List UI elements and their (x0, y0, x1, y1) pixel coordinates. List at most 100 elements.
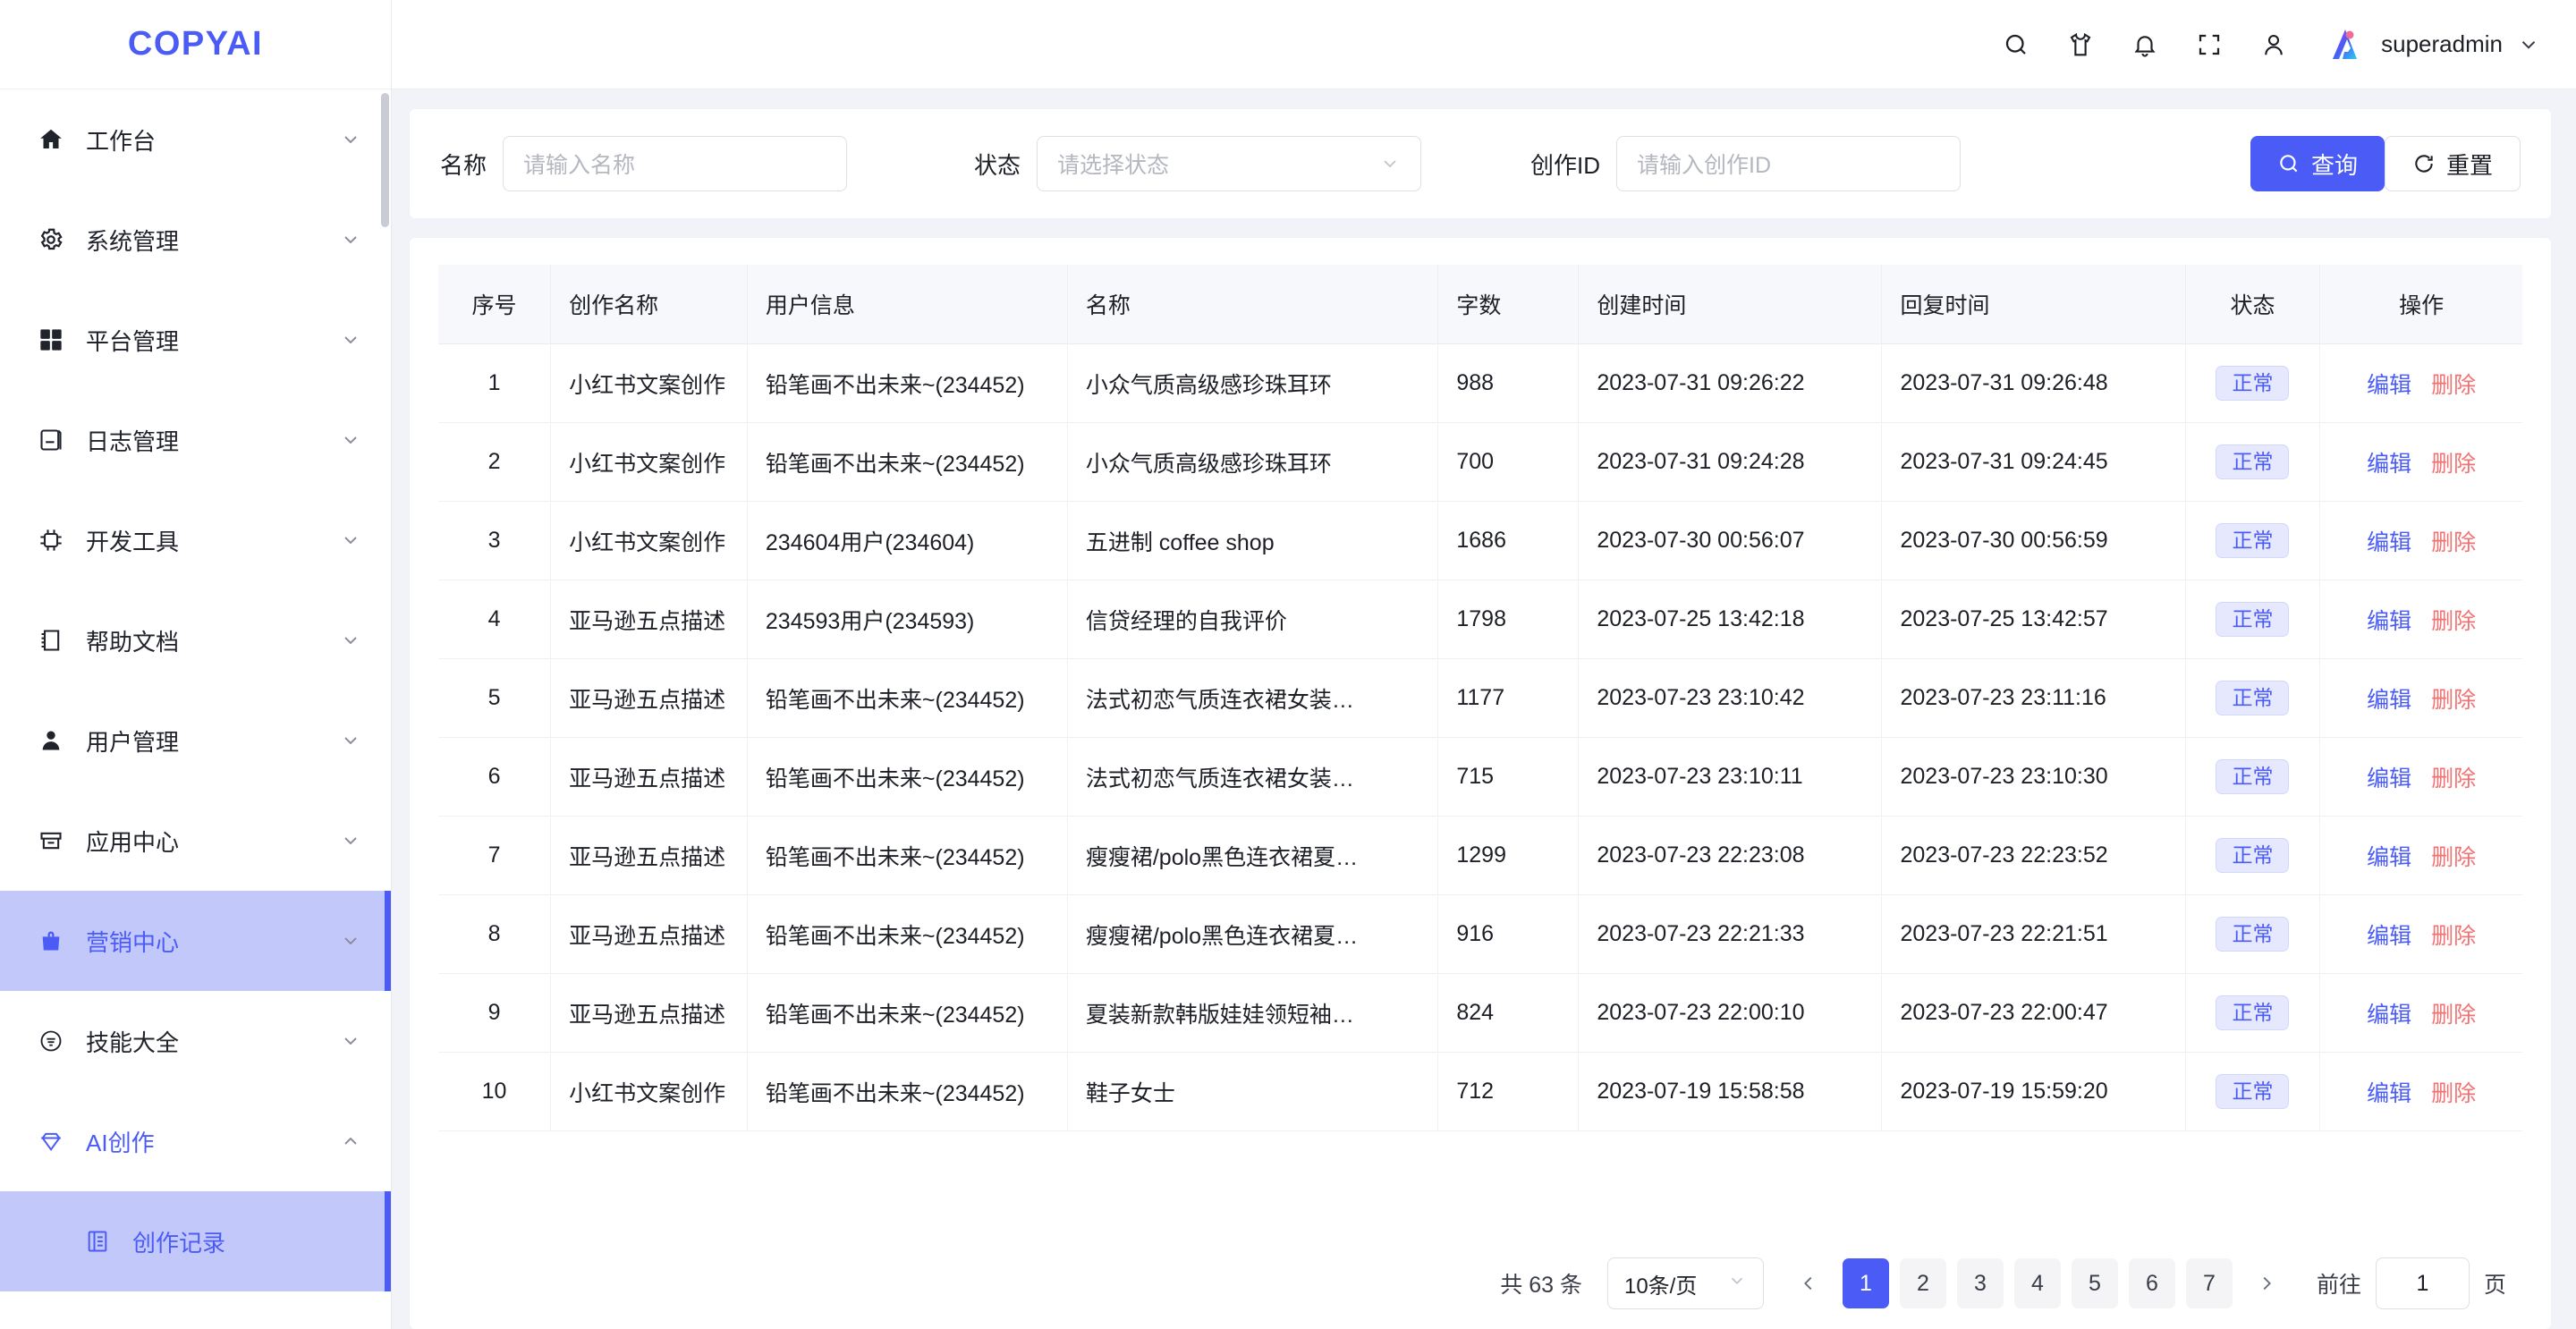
cell-status: 正常 (2185, 894, 2321, 974)
cell-creation-name: 亚马逊五点描述 (550, 894, 748, 974)
page-number-list: 1234567 (1842, 1258, 2243, 1308)
delete-link[interactable]: 删除 (2431, 1003, 2476, 1028)
page-button-4[interactable]: 4 (2013, 1258, 2061, 1308)
table-row[interactable]: 4 亚马逊五点描述 234593用户(234593) 信贷经理的自我评价 1798 202… (438, 580, 2522, 659)
search-icon (2277, 152, 2301, 175)
status-select[interactable]: 请选择状态 (1037, 136, 1422, 191)
page-button-1[interactable]: 1 (1842, 1258, 1889, 1308)
sidebar-item-creation-records[interactable]: 创作记录 (0, 1191, 391, 1291)
column-header-creation-name: 创作名称 (550, 265, 748, 344)
sidebar-scrollbar[interactable] (381, 93, 389, 227)
table-row[interactable]: 8 亚马逊五点描述 铅笔画不出未来~(234452) 瘦瘦裙/polo黑色连衣裙夏… 9… (438, 894, 2522, 974)
records-table: 序号 创作名称 用户信息 名称 字数 创建时间 回复时间 状态 操作 1 小红书… (438, 265, 2522, 1131)
theme-shirt-icon[interactable] (2061, 25, 2100, 64)
filter-actions: 查询 重置 (2250, 136, 2521, 191)
edit-link[interactable]: 编辑 (2367, 845, 2411, 870)
creation-id-input[interactable]: 请输入创作ID (1616, 136, 1962, 191)
logo-area[interactable]: COPYAI (0, 0, 391, 89)
table-row[interactable]: 7 亚马逊五点描述 铅笔画不出未来~(234452) 瘦瘦裙/polo黑色连衣裙夏… 1… (438, 816, 2522, 895)
next-page-button[interactable] (2243, 1258, 2290, 1308)
delete-link[interactable]: 删除 (2431, 1081, 2476, 1106)
sidebar-item-ai-creation[interactable]: AI创作 (0, 1091, 391, 1191)
status-badge: 正常 (2216, 602, 2290, 637)
edit-link[interactable]: 编辑 (2367, 688, 2411, 713)
filter-status-label: 状态 (974, 151, 1021, 179)
cell-word-count: 1177 (1437, 658, 1580, 738)
sidebar-item-system-management[interactable]: 系统管理 (0, 190, 391, 290)
reset-button[interactable]: 重置 (2384, 136, 2521, 191)
bell-icon[interactable] (2125, 25, 2165, 64)
page-button-7[interactable]: 7 (2185, 1258, 2233, 1308)
chip-icon (36, 525, 66, 555)
cell-reply-time: 2023-07-23 22:21:51 (1881, 894, 2186, 974)
sidebar-item-label: 平台管理 (86, 327, 180, 355)
edit-link[interactable]: 编辑 (2367, 609, 2411, 634)
status-badge: 正常 (2216, 681, 2290, 715)
page-size-select[interactable]: 10条/页 (1606, 1257, 1764, 1309)
search-icon[interactable] (1996, 25, 2036, 64)
delete-link[interactable]: 删除 (2431, 688, 2476, 713)
cell-operations: 编辑 删除 (2319, 422, 2522, 502)
sidebar-item-dev-tools[interactable]: 开发工具 (0, 490, 391, 590)
cell-created-time: 2023-07-23 22:21:33 (1578, 894, 1883, 974)
sidebar-item-log-management[interactable]: 日志管理 (0, 390, 391, 490)
search-name-input[interactable]: 请输入名称 (503, 136, 848, 191)
cell-creation-name: 小红书文案创作 (550, 501, 748, 580)
column-header-user-info: 用户信息 (747, 265, 1068, 344)
delete-link[interactable]: 删除 (2431, 530, 2476, 555)
sidebar-item-help-docs[interactable]: 帮助文档 (0, 590, 391, 690)
delete-link[interactable]: 删除 (2431, 452, 2476, 477)
cell-reply-time: 2023-07-23 23:11:16 (1881, 658, 2186, 738)
edit-link[interactable]: 编辑 (2367, 924, 2411, 949)
cell-created-time: 2023-07-23 23:10:11 (1578, 737, 1883, 817)
cell-user-info: 铅笔画不出未来~(234452) (747, 658, 1068, 738)
table-row[interactable]: 1 小红书文案创作 铅笔画不出未来~(234452) 小众气质高级感珍珠耳环 988 20… (438, 343, 2522, 423)
fullscreen-icon[interactable] (2190, 25, 2229, 64)
delete-link[interactable]: 删除 (2431, 845, 2476, 870)
avatar (2327, 25, 2367, 64)
table-row[interactable]: 2 小红书文案创作 铅笔画不出未来~(234452) 小众气质高级感珍珠耳环 700 20… (438, 422, 2522, 502)
edit-link[interactable]: 编辑 (2367, 766, 2411, 791)
table-row[interactable]: 6 亚马逊五点描述 铅笔画不出未来~(234452) 法式初恋气质连衣裙女装… 715 2… (438, 737, 2522, 817)
account-icon[interactable] (2254, 25, 2293, 64)
delete-link[interactable]: 删除 (2431, 924, 2476, 949)
column-header-name: 名称 (1067, 265, 1439, 344)
table-row[interactable]: 5 亚马逊五点描述 铅笔画不出未来~(234452) 法式初恋气质连衣裙女装… 1177… (438, 658, 2522, 738)
sidebar-item-user-management[interactable]: 用户管理 (0, 690, 391, 791)
table-row[interactable]: 9 亚马逊五点描述 铅笔画不出未来~(234452) 夏装新款韩版娃娃领短袖… 824 2… (438, 973, 2522, 1053)
gear-icon (36, 224, 66, 255)
filter-name-label: 名称 (440, 151, 487, 179)
cell-operations: 编辑 删除 (2319, 658, 2522, 738)
edit-link[interactable]: 编辑 (2367, 530, 2411, 555)
sidebar-item-app-center[interactable]: 应用中心 (0, 791, 391, 891)
cell-creation-name: 亚马逊五点描述 (550, 580, 748, 659)
page-button-5[interactable]: 5 (2071, 1258, 2118, 1308)
page-button-2[interactable]: 2 (1899, 1258, 1946, 1308)
table-row[interactable]: 10 小红书文案创作 铅笔画不出未来~(234452) 鞋子女士 712 2023-07-… (438, 1052, 2522, 1131)
query-button[interactable]: 查询 (2250, 136, 2385, 191)
delete-link[interactable]: 删除 (2431, 766, 2476, 791)
user-menu[interactable]: superadmin (2327, 25, 2540, 64)
edit-link[interactable]: 编辑 (2367, 452, 2411, 477)
sidebar-item-platform-management[interactable]: 平台管理 (0, 290, 391, 390)
cell-user-info: 铅笔画不出未来~(234452) (747, 816, 1068, 895)
table-row[interactable]: 3 小红书文案创作 234604用户(234604) 五进制 coffee shop 1… (438, 501, 2522, 580)
cell-word-count: 712 (1437, 1052, 1580, 1131)
sidebar-item-skills[interactable]: 技能大全 (0, 991, 391, 1091)
sidebar-item-marketing-center[interactable]: 营销中心 (0, 891, 391, 991)
delete-link[interactable]: 删除 (2431, 373, 2476, 398)
edit-link[interactable]: 编辑 (2367, 1003, 2411, 1028)
cell-user-info: 铅笔画不出未来~(234452) (747, 1052, 1068, 1131)
edit-link[interactable]: 编辑 (2367, 373, 2411, 398)
sidebar-item-workbench[interactable]: 工作台 (0, 89, 391, 190)
records-table-card: 序号 创作名称 用户信息 名称 字数 创建时间 回复时间 状态 操作 1 小红书… (410, 238, 2551, 1329)
prev-page-button[interactable] (1785, 1258, 1832, 1308)
delete-link[interactable]: 删除 (2431, 609, 2476, 634)
sidebar-item-creation-categories[interactable]: 创作分类 (0, 1291, 391, 1329)
goto-page-input[interactable]: 1 (2375, 1257, 2470, 1309)
edit-link[interactable]: 编辑 (2367, 1081, 2411, 1106)
cell-name: 法式初恋气质连衣裙女装… (1067, 737, 1439, 817)
page-button-3[interactable]: 3 (1956, 1258, 2004, 1308)
page-button-6[interactable]: 6 (2128, 1258, 2175, 1308)
chevron-down-icon (1379, 153, 1401, 174)
